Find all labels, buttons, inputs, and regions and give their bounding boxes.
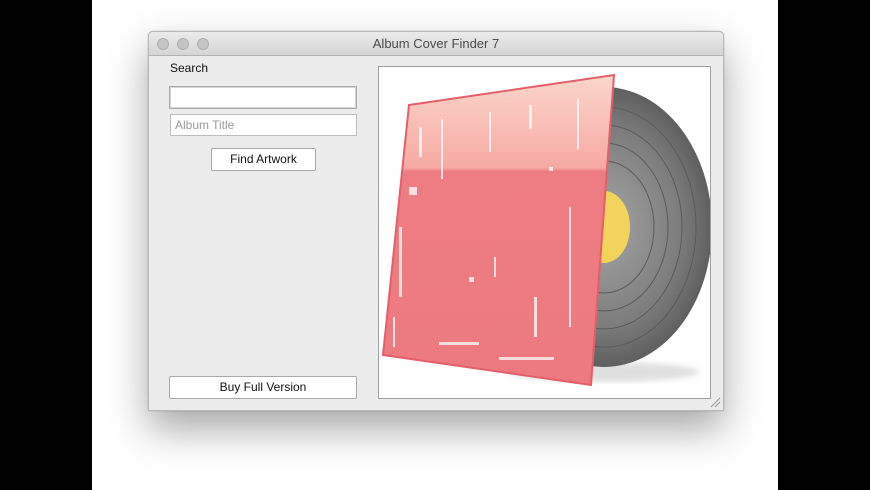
- title-bar[interactable]: Album Cover Finder 7: [149, 32, 723, 56]
- app-window: Album Cover Finder 7 Search Album Title …: [148, 31, 724, 411]
- vinyl-record-album-icon: [381, 73, 712, 387]
- find-artwork-button[interactable]: Find Artwork: [211, 148, 316, 171]
- search-label: Search: [170, 61, 209, 75]
- album-sleeve: [381, 73, 616, 387]
- window-title: Album Cover Finder 7: [372, 36, 500, 51]
- buy-full-version-button[interactable]: Buy Full Version: [169, 376, 357, 399]
- resize-grip-icon[interactable]: [709, 396, 721, 408]
- album-title-field[interactable]: Album Title: [170, 114, 357, 136]
- artwork-image-well: [378, 66, 712, 399]
- search-input[interactable]: [169, 86, 357, 109]
